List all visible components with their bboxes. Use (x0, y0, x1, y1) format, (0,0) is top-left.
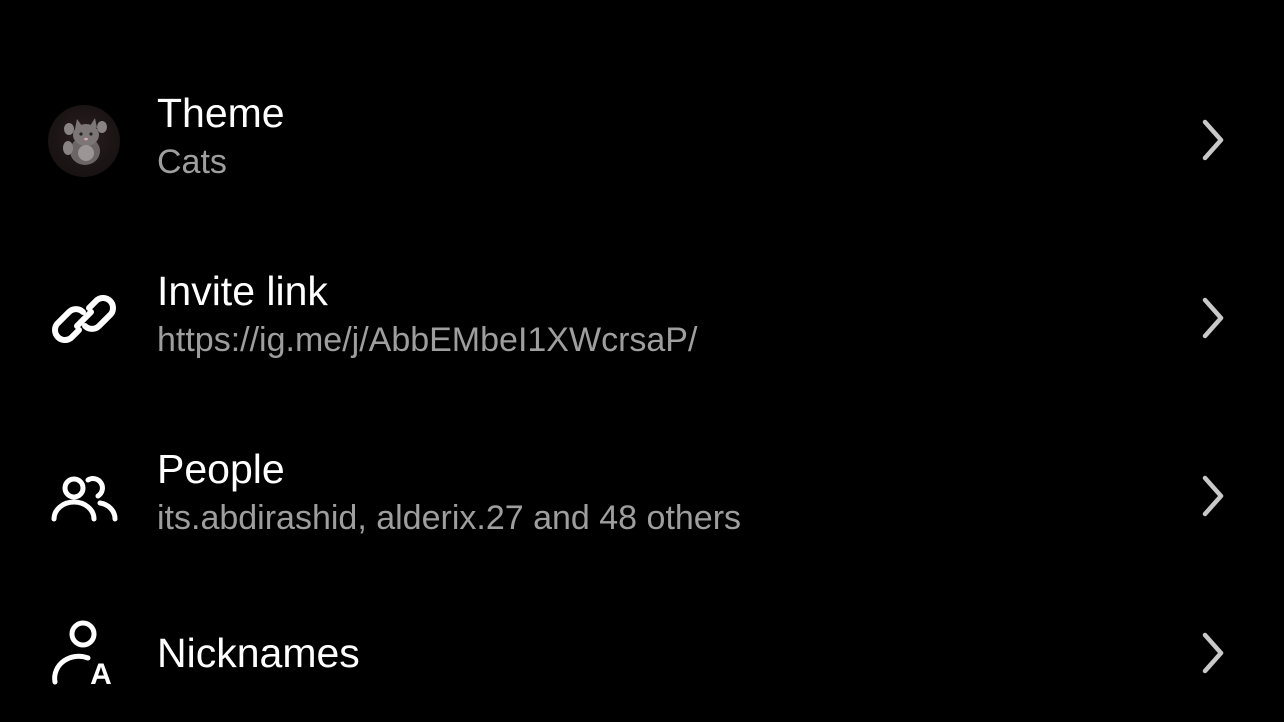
link-icon (48, 283, 120, 355)
theme-row[interactable]: Theme Cats (0, 66, 1284, 216)
invite-link-row[interactable]: Invite link https://ig.me/j/AbbEMbeI1XWc… (0, 244, 1284, 394)
invite-link-url: https://ig.me/j/AbbEMbeI1XWcrsaP/ (157, 321, 698, 359)
theme-subtitle: Cats (157, 143, 227, 181)
chevron-right-icon (1202, 475, 1224, 517)
nickname-icon: A (48, 618, 120, 690)
people-icon (48, 461, 120, 533)
people-subtitle: its.abdirashid, alderix.27 and 48 others (157, 499, 742, 537)
theme-title: Theme (157, 90, 285, 136)
people-title: People (157, 446, 285, 492)
cat-avatar-icon (48, 105, 120, 177)
nicknames-row[interactable]: A Nicknames (0, 600, 1284, 722)
people-row[interactable]: People its.abdirashid, alderix.27 and 48… (0, 422, 1284, 572)
chevron-right-icon (1202, 632, 1224, 674)
chevron-right-icon (1202, 297, 1224, 339)
nicknames-title: Nicknames (157, 630, 360, 676)
svg-text:A: A (90, 658, 112, 690)
invite-link-title: Invite link (157, 268, 328, 314)
chevron-right-icon (1202, 119, 1224, 161)
